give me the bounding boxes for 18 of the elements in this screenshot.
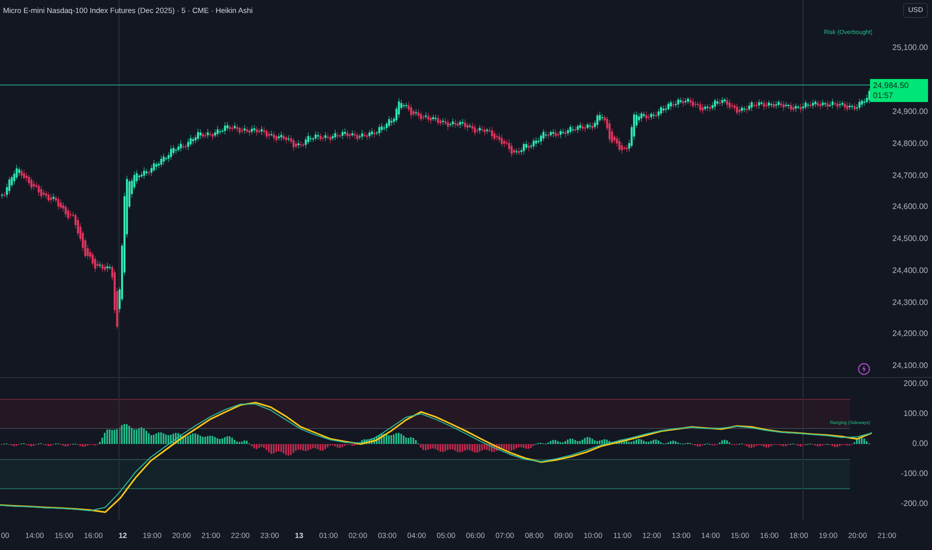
price-label: 24,300.00 xyxy=(892,298,929,308)
price-label: 24,500.00 xyxy=(892,234,929,244)
indicator-label: -200.00 xyxy=(900,499,928,510)
price-label: 24,400.00 xyxy=(892,266,929,276)
indicator-label: 100.00 xyxy=(904,409,928,420)
lightning-icon[interactable] xyxy=(858,363,870,375)
price-label: 24,700.00 xyxy=(892,170,929,180)
indicator-label: 200.00 xyxy=(904,379,928,389)
price-label: 25,100.00 xyxy=(892,43,929,53)
price-label: 24,800.00 xyxy=(892,138,929,149)
price-label: 24,600.00 xyxy=(892,202,929,212)
indicator-label: 0.00 xyxy=(912,439,928,450)
last-price: 24,984.50 xyxy=(873,80,910,90)
price-label: 24,900.00 xyxy=(892,107,929,117)
bar-countdown: 01:57 xyxy=(873,90,894,100)
price-label: 24,200.00 xyxy=(892,329,929,340)
indicator-label: -100.00 xyxy=(900,469,928,480)
price-label: 24,100.00 xyxy=(892,361,929,371)
